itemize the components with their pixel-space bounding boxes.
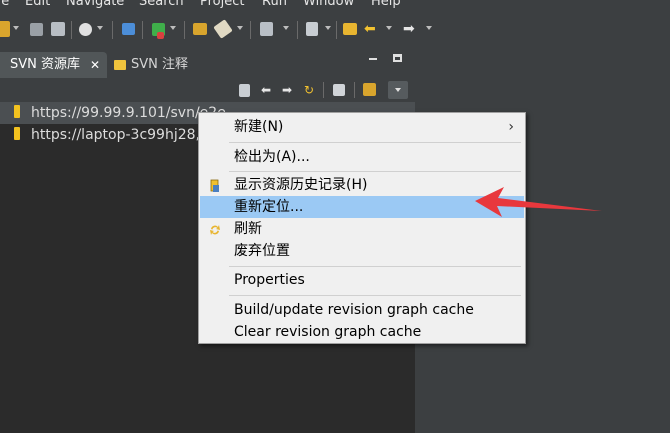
- menu-edit[interactable]: Edit: [25, 0, 50, 9]
- run-dropdown-icon[interactable]: [170, 26, 176, 30]
- debug-icon[interactable]: [79, 23, 92, 36]
- back-icon[interactable]: ⬅: [364, 22, 378, 36]
- save-icon[interactable]: [30, 23, 43, 36]
- menu-item-label: 显示资源历史记录(H): [234, 177, 368, 193]
- save-all-icon[interactable]: [51, 22, 65, 36]
- new-dropdown-icon[interactable]: [13, 26, 19, 30]
- main-toolbar: ⬅ ➡: [0, 12, 670, 48]
- task-dropdown-icon[interactable]: [283, 26, 289, 30]
- menu-project[interactable]: Project: [200, 0, 244, 9]
- menu-bar: ile Edit Navigate Search Project Run Win…: [0, 0, 670, 12]
- tab-svn-annotation-label: SVN 注释: [131, 57, 189, 72]
- menu-item-new[interactable]: 新建(N) ›: [200, 116, 524, 138]
- menu-item-label: Build/update revision graph cache: [234, 302, 474, 318]
- view-tab-strip: SVN 资源库 ✕ SVN 注释: [0, 48, 415, 78]
- menu-item-label: 检出为(A)...: [234, 149, 310, 165]
- menu-separator: [229, 142, 521, 143]
- menu-item-refresh[interactable]: 刷新: [200, 218, 524, 240]
- open-folder-icon[interactable]: [193, 23, 207, 35]
- refresh-icon[interactable]: ↻: [301, 82, 317, 98]
- tree-item-label: https://laptop-3c99hj28,: [31, 127, 200, 143]
- submenu-arrow-icon: ›: [508, 119, 514, 135]
- back-dropdown-icon[interactable]: [386, 26, 392, 30]
- annotation-dropdown-icon[interactable]: [325, 26, 331, 30]
- annotation-tab-icon: [114, 60, 126, 70]
- view-menu-button[interactable]: [388, 81, 408, 99]
- minimize-icon[interactable]: [369, 58, 377, 60]
- menu-item-checkout-as[interactable]: 检出为(A)...: [200, 146, 524, 168]
- history-icon: [208, 178, 222, 192]
- annotation-icon[interactable]: [306, 22, 318, 36]
- refresh-icon: [208, 222, 222, 236]
- task-icon[interactable]: [260, 22, 273, 36]
- menu-separator: [229, 171, 521, 172]
- debug-dropdown-icon[interactable]: [97, 26, 103, 30]
- last-edit-icon[interactable]: [343, 23, 357, 35]
- pen-dropdown-icon[interactable]: [237, 26, 243, 30]
- tab-svn-repository[interactable]: SVN 资源库 ✕: [0, 52, 107, 78]
- repository-icon: [14, 127, 20, 140]
- menu-separator: [229, 295, 521, 296]
- menu-window[interactable]: Window: [303, 0, 354, 9]
- console-icon[interactable]: [122, 23, 135, 35]
- back-icon[interactable]: ⬅: [258, 82, 274, 98]
- forward-dropdown-icon[interactable]: [426, 26, 432, 30]
- menu-item-label: Properties: [234, 272, 305, 288]
- menu-item-discard-location[interactable]: 废弃位置: [200, 240, 524, 262]
- menu-item-build-revision-graph-cache[interactable]: Build/update revision graph cache: [200, 299, 524, 321]
- menu-run[interactable]: Run: [262, 0, 287, 9]
- home-icon[interactable]: [239, 84, 250, 97]
- menu-item-label: 废弃位置: [234, 243, 290, 259]
- menu-item-label: 新建(N): [234, 119, 284, 135]
- close-icon[interactable]: ✕: [90, 52, 100, 78]
- menu-item-properties[interactable]: Properties: [200, 269, 524, 291]
- forward-icon[interactable]: ➡: [279, 82, 295, 98]
- view-toolbar: ⬅ ➡ ↻: [0, 78, 415, 102]
- forward-icon[interactable]: ➡: [403, 22, 417, 36]
- menu-item-label: Clear revision graph cache: [234, 324, 422, 340]
- menu-help[interactable]: Help: [371, 0, 401, 9]
- annotation-arrow-icon: [475, 187, 602, 217]
- menu-separator: [229, 266, 521, 267]
- tab-svn-annotation[interactable]: SVN 注释: [112, 52, 227, 78]
- repository-icon: [14, 105, 20, 118]
- add-repository-icon[interactable]: [363, 83, 376, 96]
- context-menu: 新建(N) › 检出为(A)... 显示资源历史记录(H) 重新定位... 刷新…: [198, 112, 526, 344]
- run-badge-icon: [157, 32, 164, 39]
- menu-search[interactable]: Search: [139, 0, 184, 9]
- menu-item-label: 刷新: [234, 221, 262, 237]
- tab-svn-repository-label: SVN 资源库: [10, 57, 81, 72]
- collapse-all-icon[interactable]: [333, 84, 345, 96]
- menu-item-clear-revision-graph-cache[interactable]: Clear revision graph cache: [200, 321, 524, 343]
- maximize-icon[interactable]: [393, 54, 402, 62]
- pen-icon[interactable]: [213, 19, 233, 39]
- menu-navigate[interactable]: Navigate: [66, 0, 124, 9]
- new-icon[interactable]: [0, 21, 10, 37]
- menu-item-label: 重新定位...: [234, 199, 304, 215]
- tree-item-label: https://99.99.9.101/svn/e2e: [31, 105, 226, 121]
- menu-file[interactable]: ile: [0, 0, 9, 9]
